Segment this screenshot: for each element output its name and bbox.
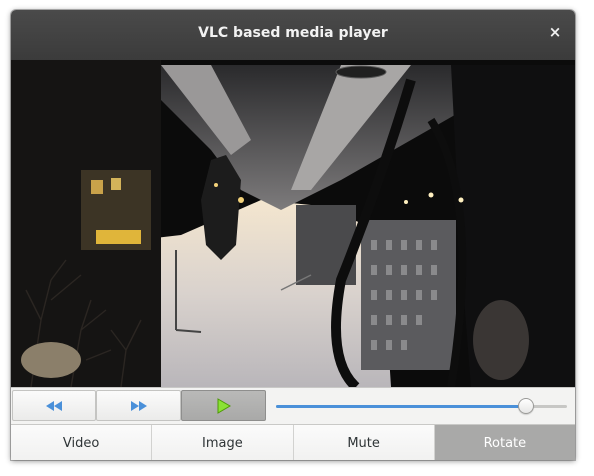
action-bar: Video Image Mute Rotate bbox=[11, 424, 575, 460]
seek-handle[interactable] bbox=[518, 398, 534, 414]
play-icon bbox=[217, 397, 231, 414]
close-icon[interactable]: × bbox=[547, 23, 563, 41]
video-view[interactable] bbox=[11, 60, 575, 387]
image-button[interactable]: Image bbox=[152, 425, 294, 460]
seek-slider[interactable] bbox=[274, 390, 567, 421]
rewind-button[interactable] bbox=[12, 390, 96, 421]
play-button[interactable] bbox=[181, 390, 266, 421]
rewind-icon bbox=[46, 400, 62, 411]
seek-progress bbox=[276, 405, 526, 408]
window-title: VLC based media player bbox=[198, 25, 388, 41]
video-button[interactable]: Video bbox=[11, 425, 153, 460]
video-frame bbox=[11, 60, 575, 387]
app-window: VLC based media player × Video Image Mut… bbox=[11, 10, 575, 460]
player-controls bbox=[11, 387, 575, 424]
fast-forward-button[interactable] bbox=[96, 390, 181, 421]
title-bar[interactable]: VLC based media player × bbox=[11, 10, 575, 60]
rotate-button[interactable]: Rotate bbox=[434, 425, 575, 460]
fast-forward-icon bbox=[130, 400, 147, 411]
mute-button[interactable]: Mute bbox=[293, 425, 435, 460]
